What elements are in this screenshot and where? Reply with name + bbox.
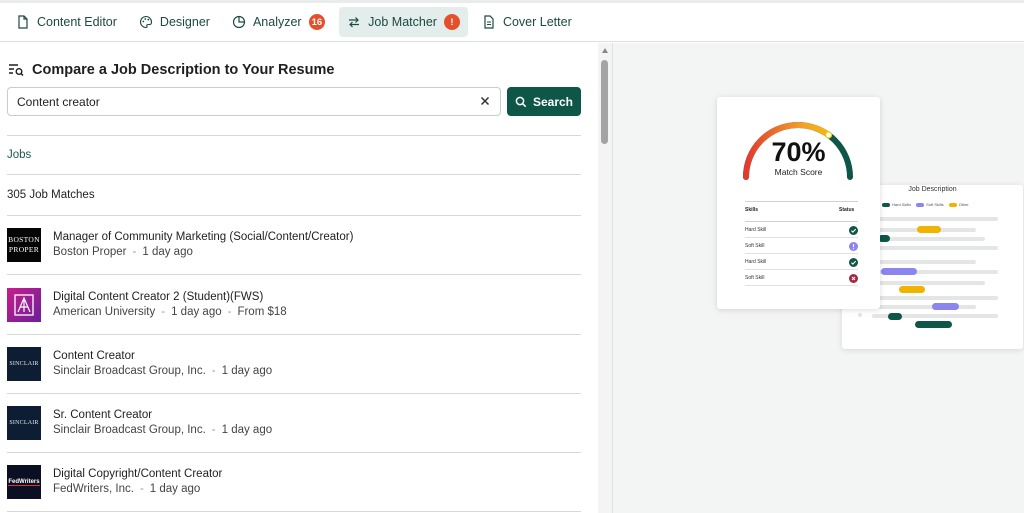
- skill-row: Soft Skill: [745, 238, 858, 254]
- check-icon: [849, 258, 858, 267]
- search-button[interactable]: Search: [507, 87, 581, 116]
- info-icon: [849, 242, 858, 251]
- match-score-value: 70%: [771, 137, 826, 167]
- scroll-up-arrow[interactable]: [602, 48, 608, 53]
- tab-analyzer[interactable]: Analyzer 16: [224, 7, 333, 37]
- posted-time: 1 day ago: [221, 365, 273, 377]
- job-matcher-panel: Compare a Job Description to Your Resume…: [0, 43, 598, 513]
- job-meta: Sinclair Broadcast Group, Inc. -1 day ago: [53, 365, 272, 377]
- job-meta: Sinclair Broadcast Group, Inc. -1 day ago: [53, 424, 272, 436]
- company-logo: SINCLAIR: [7, 406, 41, 440]
- job-row[interactable]: SINCLAIR Sr. Content Creator Sinclair Br…: [7, 394, 581, 453]
- document-lines-icon: [484, 15, 494, 29]
- illustration-panel: Job Description Hard Skills Soft Skills …: [612, 43, 1024, 513]
- job-matcher-alert-badge: !: [443, 14, 460, 30]
- company-name: Sinclair Broadcast Group, Inc.: [53, 424, 206, 436]
- job-search-input[interactable]: [8, 88, 458, 115]
- skill-name: Soft Skill: [745, 243, 765, 249]
- tab-label: Designer: [159, 15, 210, 29]
- meta-separator: -: [132, 246, 137, 258]
- divider: [7, 174, 581, 175]
- tab-label: Analyzer: [252, 15, 302, 29]
- swap-arrows-icon: [349, 17, 360, 28]
- analyzer-count-badge: 16: [308, 14, 326, 30]
- check-icon: [849, 226, 858, 235]
- jobs-link[interactable]: Jobs: [7, 149, 31, 161]
- meta-separator: -: [211, 424, 216, 436]
- skills-column-header: Skills: [745, 207, 759, 213]
- logo-mark: [14, 294, 34, 316]
- job-search-field: [7, 87, 501, 116]
- posted-time: 1 day ago: [171, 306, 222, 318]
- pie-chart-icon: [232, 15, 246, 29]
- tab-cover-letter[interactable]: Cover Letter: [474, 7, 580, 37]
- tab-label: Job Matcher: [368, 15, 437, 29]
- skill-row: Soft Skill: [745, 270, 858, 286]
- list-search-icon: [9, 64, 24, 77]
- tab-designer[interactable]: Designer: [131, 7, 218, 37]
- logo-text: SINCLAIR: [9, 361, 39, 367]
- divider: [7, 135, 581, 136]
- company-name: Sinclair Broadcast Group, Inc.: [53, 365, 206, 377]
- job-row[interactable]: FedWriters Digital Copyright/Content Cre…: [7, 453, 581, 512]
- job-title: Digital Content Creator 2 (Student)(FWS): [53, 291, 264, 303]
- job-row[interactable]: Digital Content Creator 2 (Student)(FWS)…: [7, 276, 581, 335]
- job-title: Content Creator: [53, 350, 135, 362]
- divider: [745, 201, 858, 202]
- tab-label: Cover Letter: [502, 15, 572, 29]
- job-meta: FedWriters, Inc. -1 day ago: [53, 483, 200, 495]
- page-title-text: Compare a Job Description to Your Resume: [32, 62, 335, 78]
- job-title: Digital Copyright/Content Creator: [53, 468, 223, 480]
- job-meta: American University -1 day ago - From $18: [53, 306, 287, 318]
- page-title: Compare a Job Description to Your Resume: [8, 62, 334, 78]
- company-logo: [7, 288, 41, 322]
- document-icon: [18, 15, 28, 29]
- job-meta: Boston Proper -1 day ago: [53, 246, 193, 258]
- clear-icon[interactable]: [479, 95, 491, 107]
- skill-row: Hard Skill: [745, 254, 858, 270]
- posted-time: 1 day ago: [221, 424, 273, 436]
- skill-name: Hard Skill: [745, 227, 767, 233]
- tab-job-matcher[interactable]: Job Matcher !: [339, 7, 468, 37]
- tab-content-editor[interactable]: Content Editor: [8, 7, 125, 37]
- company-logo: FedWriters: [7, 465, 41, 499]
- scrollbar[interactable]: [598, 43, 612, 513]
- company-name: American University: [53, 306, 156, 318]
- skill-name: Hard Skill: [745, 259, 767, 265]
- company-name: Boston Proper: [53, 246, 127, 258]
- status-column-header: Status: [839, 207, 855, 213]
- meta-separator: -: [161, 306, 166, 318]
- skill-row: Hard Skill: [745, 222, 858, 238]
- job-match-count: 305 Job Matches: [7, 189, 95, 201]
- logo-text: BOSTON PROPER: [8, 235, 40, 254]
- company-logo: SINCLAIR: [7, 347, 41, 381]
- tab-label: Content Editor: [37, 15, 117, 29]
- meta-separator: -: [139, 483, 144, 495]
- job-row[interactable]: SINCLAIR Content Creator Sinclair Broadc…: [7, 335, 581, 394]
- pay-range: From $18: [237, 306, 287, 318]
- job-title: Manager of Community Marketing (Social/C…: [53, 231, 354, 243]
- search-icon: [515, 96, 527, 107]
- meta-separator: -: [211, 365, 216, 377]
- posted-time: 1 day ago: [149, 483, 201, 495]
- company-logo: BOSTON PROPER: [7, 228, 41, 262]
- match-score-card: 70% Match Score Skills Status Hard Skill…: [717, 97, 880, 309]
- posted-time: 1 day ago: [142, 246, 193, 258]
- palette-icon: [139, 15, 152, 29]
- scroll-thumb[interactable]: [601, 60, 608, 144]
- logo-text: FedWriters: [8, 478, 40, 486]
- logo-text: SINCLAIR: [9, 420, 39, 426]
- job-title: Sr. Content Creator: [53, 409, 153, 421]
- tool-tabs: Content Editor Designer Analyzer 16 Job …: [0, 3, 1024, 42]
- company-name: FedWriters, Inc.: [53, 483, 134, 495]
- match-score-label: Match Score: [774, 167, 823, 177]
- meta-separator: -: [227, 306, 232, 318]
- job-row[interactable]: BOSTON PROPER Manager of Community Marke…: [7, 216, 581, 275]
- skill-name: Soft Skill: [745, 275, 765, 281]
- cross-icon: [849, 274, 858, 283]
- search-button-label: Search: [532, 94, 574, 109]
